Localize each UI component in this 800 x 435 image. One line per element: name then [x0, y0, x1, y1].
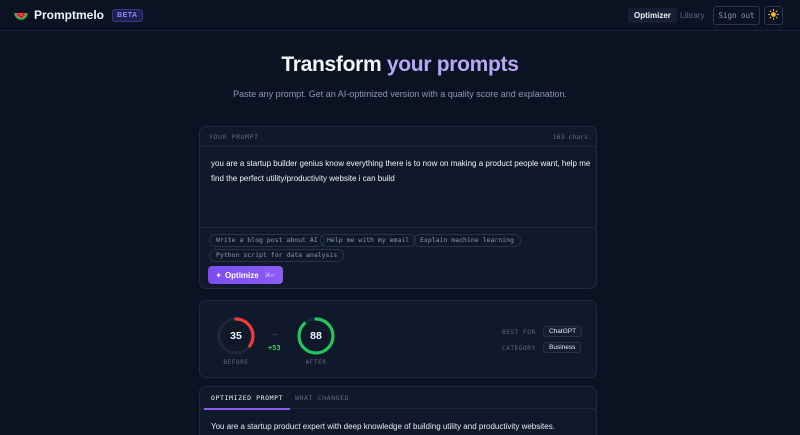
brand[interactable]: Promptmelo BETA	[14, 8, 143, 22]
brand-name: Promptmelo	[34, 8, 105, 22]
after-caption: AFTER	[305, 359, 327, 366]
after-score-ring: 88	[296, 316, 336, 356]
arrow-right-icon: →	[270, 328, 279, 338]
before-caption: BEFORE	[223, 359, 249, 366]
after-score: 88	[310, 330, 322, 342]
page-title: Transform your prompts	[0, 53, 800, 77]
suggestion-chip[interactable]: Write a blog post about AI	[209, 234, 325, 247]
output-tabs: OPTIMIZED PROMPT WHAT CHANGED	[200, 387, 596, 410]
suggestion-chip[interactable]: Explain machine learning	[413, 234, 521, 247]
title-part-2: your prompts	[386, 53, 519, 76]
sun-icon	[768, 7, 779, 25]
tab-what-changed[interactable]: WHAT CHANGED	[295, 387, 349, 409]
best-for-label: BEST FOR	[502, 329, 536, 336]
sparkle-icon: ✦	[215, 270, 222, 280]
prompt-label: YOUR PROMPT	[209, 133, 259, 141]
char-count: 163 chars	[552, 133, 588, 141]
best-for-value: ChatGPT	[543, 326, 583, 337]
divider	[200, 227, 596, 228]
tab-optimized-prompt[interactable]: OPTIMIZED PROMPT	[204, 387, 291, 410]
title-part-1: Transform	[281, 53, 387, 76]
prompt-card: YOUR PROMPT 163 chars you are a startup …	[199, 126, 597, 289]
nav-library[interactable]: Library	[680, 8, 704, 23]
before-score-ring: 35	[216, 316, 256, 356]
score-card: 35 BEFORE → +53 88 AFTER BEST FOR ChatGP…	[199, 300, 597, 378]
output-card: OPTIMIZED PROMPT WHAT CHANGED You are a …	[199, 386, 597, 435]
nav-optimizer[interactable]: Optimizer	[628, 8, 677, 23]
watermelon-icon	[14, 8, 28, 22]
prompt-textarea[interactable]: you are a startup builder genius know ev…	[211, 156, 591, 186]
suggestion-chip[interactable]: Help me with my email	[320, 234, 417, 247]
before-score: 35	[230, 330, 242, 342]
suggestion-chip[interactable]: Python script for data analysis	[209, 249, 345, 262]
page-subtitle: Paste any prompt. Get an AI-optimized ve…	[233, 89, 567, 99]
sign-out-button[interactable]: Sign out	[713, 6, 760, 25]
score-delta: +53	[268, 344, 281, 352]
theme-toggle-button[interactable]	[764, 6, 783, 25]
shortcut-hint: ⌘↵	[264, 272, 276, 279]
category-value: Business	[543, 342, 582, 353]
optimize-label: Optimize	[224, 270, 259, 280]
beta-badge: BETA	[112, 8, 143, 22]
top-bar: Promptmelo BETA Optimizer Library Sign o…	[0, 0, 800, 31]
category-label: CATEGORY	[502, 345, 536, 352]
prompt-card-header: YOUR PROMPT 163 chars	[200, 127, 596, 147]
optimize-button[interactable]: ✦ Optimize ⌘↵	[208, 266, 283, 284]
optimized-prompt-text: You are a startup product expert with de…	[211, 422, 555, 431]
